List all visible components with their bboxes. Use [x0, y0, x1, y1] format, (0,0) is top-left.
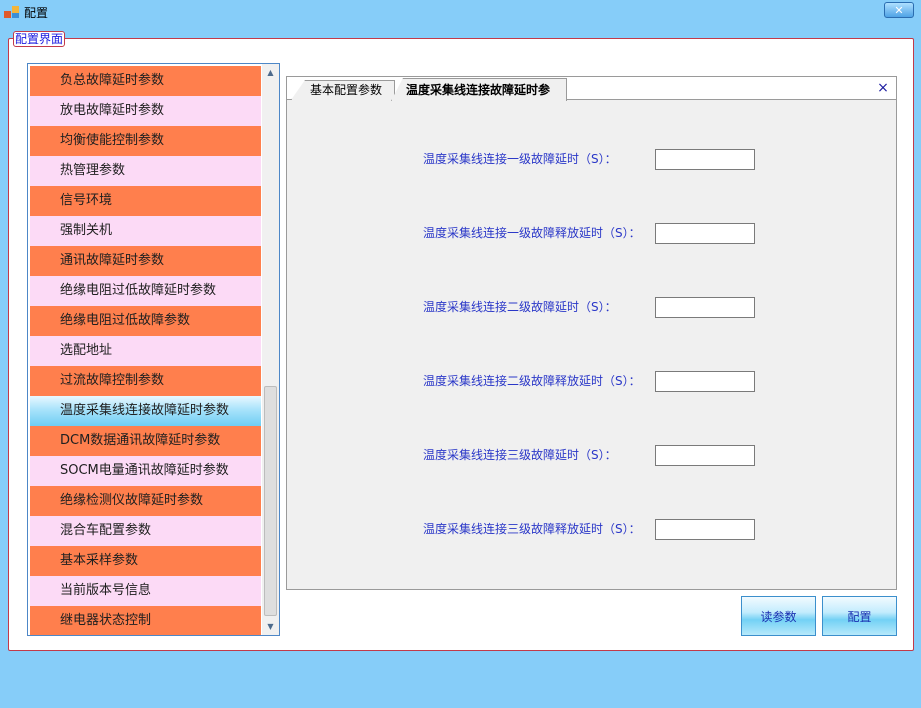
groupbox-label: 配置界面	[13, 31, 66, 47]
list-item[interactable]: 负总故障延时参数	[30, 66, 261, 96]
arrow-down-icon[interactable]: ▼	[262, 618, 279, 635]
list-item[interactable]: 放电故障延时参数	[30, 96, 261, 126]
list-item[interactable]: 选配地址	[30, 336, 261, 366]
list-item[interactable]: 温度采集线连接故障延时参数	[30, 396, 261, 426]
window-title: 配置	[24, 6, 49, 20]
tab-temperature-line-fault[interactable]: 温度采集线连接故障延时参数	[391, 78, 567, 101]
close-button[interactable]: ✕	[884, 2, 914, 18]
list-item[interactable]: 强制关机	[30, 216, 261, 246]
delay-input[interactable]	[655, 445, 755, 466]
tab-basic-config[interactable]: 基本配置参数	[291, 80, 395, 100]
field-label: 温度采集线连接三级故障释放延时（S）：	[423, 522, 641, 536]
delay-input[interactable]	[655, 297, 755, 318]
field-label: 温度采集线连接三级故障延时（S）：	[423, 448, 617, 462]
list-item[interactable]: 继电器状态控制	[30, 606, 261, 635]
app-icon	[4, 5, 20, 19]
list-item[interactable]: 绝缘电阻过低故障延时参数	[30, 276, 261, 306]
config-window: 配置 ✕ 配置界面 负总故障延时参数 放电故障延时参数 均衡使能控制参数 热管理参数信…	[0, 0, 921, 708]
list-item[interactable]: 当前版本号信息	[30, 576, 261, 606]
field-label: 温度采集线连接二级故障释放延时（S）：	[423, 374, 641, 388]
field-label: 温度采集线连接一级故障释放延时（S）：	[423, 226, 641, 240]
read-params-button[interactable]: 读参数	[741, 596, 816, 636]
tab-control: 基本配置参数 温度采集线连接故障延时参数 × 温度采集线连接一级故障延时（S）：…	[286, 76, 897, 590]
list-item[interactable]: 绝缘电阻过低故障参数	[30, 306, 261, 336]
close-icon[interactable]: ×	[876, 81, 890, 95]
list-scrollbar[interactable]: ▲ ▼	[262, 64, 279, 635]
tab-strip: 基本配置参数 温度采集线连接故障延时参数 ×	[287, 77, 896, 101]
field-label: 温度采集线连接二级故障延时（S）：	[423, 300, 617, 314]
list-item[interactable]: 绝缘检测仪故障延时参数	[30, 486, 261, 516]
list-item[interactable]: 信号环境	[30, 186, 261, 216]
list-item[interactable]: 基本采样参数	[30, 546, 261, 576]
scroll-thumb[interactable]	[264, 386, 277, 616]
parameter-list[interactable]: 负总故障延时参数 放电故障延时参数 均衡使能控制参数 热管理参数 信号环境 强制关机 通讯故…	[27, 63, 280, 636]
list-item[interactable]: 过流故障控制参数	[30, 366, 261, 396]
delay-input[interactable]	[655, 149, 755, 170]
list-item[interactable]: SOCM电量通讯故障延时参数	[30, 456, 261, 486]
list-item[interactable]: 通讯故障延时参数	[30, 246, 261, 276]
close-icon: ✕	[894, 3, 904, 17]
list-item[interactable]: 混合车配置参数	[30, 516, 261, 546]
title-bar: 配置 ✕	[0, 0, 921, 24]
field-label: 温度采集线连接一级故障延时（S）：	[423, 152, 617, 166]
delay-input[interactable]	[655, 371, 755, 392]
list-item[interactable]: DCM数据通讯故障延时参数	[30, 426, 261, 456]
delay-input[interactable]	[655, 519, 755, 540]
config-button[interactable]: 配置	[822, 596, 897, 636]
list-item[interactable]: 均衡使能控制参数	[30, 126, 261, 156]
list-item[interactable]: 热管理参数	[30, 156, 261, 186]
arrow-up-icon[interactable]: ▲	[262, 64, 279, 81]
delay-input[interactable]	[655, 223, 755, 244]
